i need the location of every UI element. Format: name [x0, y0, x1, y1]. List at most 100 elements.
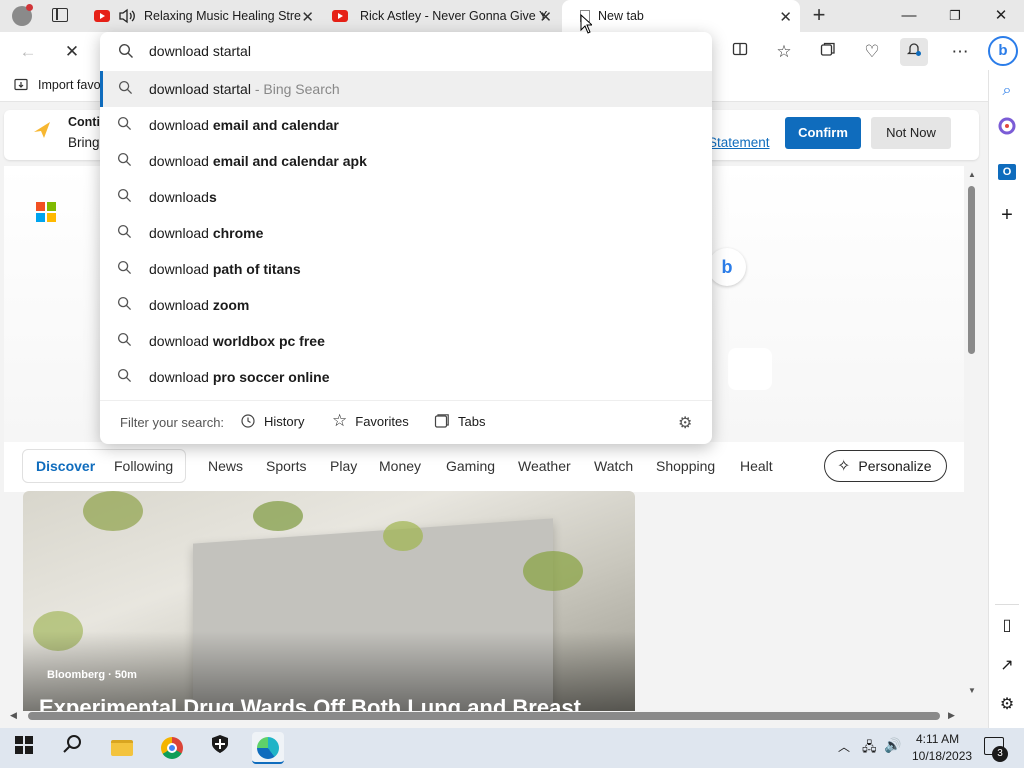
external-link-icon[interactable]: ↗	[991, 650, 1023, 682]
minimize-button[interactable]: —	[886, 0, 932, 32]
history-label: History	[264, 413, 305, 429]
news-card[interactable]: Bloomberg · 50m Experimental Drug Wards …	[23, 491, 635, 711]
stop-loading-icon[interactable]: ✕	[58, 38, 86, 66]
copilot-icon[interactable]: b	[988, 36, 1018, 66]
tab-sports[interactable]: Sports	[266, 458, 306, 474]
collections-icon[interactable]	[814, 38, 842, 66]
taskbar: ︿ 🖧 🔊 4:11 AM 10/18/2023 3	[0, 728, 1024, 768]
microsoft-logo-icon[interactable]	[36, 202, 56, 222]
close-window-button[interactable]: ✕	[978, 0, 1024, 32]
windows-logo-icon	[15, 736, 33, 754]
split-screen-icon[interactable]	[726, 38, 754, 66]
filter-history-button[interactable]: History	[240, 413, 304, 429]
hide-sidebar-icon[interactable]: ▯	[991, 610, 1023, 642]
suggestion-prefix: download	[149, 225, 213, 241]
profile-icon[interactable]	[12, 4, 33, 26]
sidebar: ⌕ O + ▯ ↗ ⚙	[988, 70, 1024, 728]
address-bar-dropdown: download startal download startal - Bing…	[100, 32, 712, 444]
add-sidebar-app-icon[interactable]: +	[991, 199, 1023, 231]
vertical-scroll-thumb[interactable]	[968, 186, 975, 354]
tab-play[interactable]: Play	[330, 458, 357, 474]
suggestion-item[interactable]: download startal - Bing Search	[100, 71, 712, 107]
taskbar-search-icon[interactable]	[56, 732, 88, 764]
file-explorer-icon[interactable]	[106, 732, 138, 764]
tab-discover[interactable]: Discover	[36, 458, 95, 474]
banner-title: Conti	[68, 115, 100, 129]
favorites-icon[interactable]: ☆	[770, 38, 798, 66]
horizontal-scroll-thumb[interactable]	[28, 712, 940, 720]
browser-essentials-icon[interactable]: ♡	[858, 38, 886, 66]
edge-taskbar-icon[interactable]	[252, 732, 284, 764]
personalize-label: Personalize	[858, 458, 932, 474]
suggestion-prefix: download	[149, 117, 213, 133]
filter-tabs-button[interactable]: Tabs	[434, 413, 485, 429]
tab-new-tab[interactable]: New tab ✕	[562, 0, 800, 32]
search-icon	[118, 43, 133, 58]
back-icon[interactable]: ←	[14, 38, 42, 66]
volume-icon[interactable]: 🔊	[884, 737, 901, 754]
confirm-button[interactable]: Confirm	[785, 117, 861, 149]
tab-label: New tab	[598, 9, 644, 23]
personalize-button[interactable]: ✧ Personalize	[824, 450, 947, 482]
new-tab-button[interactable]: +	[808, 4, 830, 28]
personalize-star-icon: ✧	[837, 458, 851, 475]
suggestion-item[interactable]: download path of titans	[100, 251, 712, 287]
search-icon	[117, 332, 132, 347]
tab-watch[interactable]: Watch	[594, 458, 633, 474]
tab-weather[interactable]: Weather	[518, 458, 571, 474]
taskbar-time[interactable]: 4:11 AM	[916, 732, 959, 746]
privacy-statement-link[interactable]: Statement	[708, 135, 770, 150]
tab-actions-icon[interactable]	[52, 8, 68, 22]
taskbar-date[interactable]: 10/18/2023	[912, 749, 972, 763]
restore-button[interactable]: ❐	[932, 0, 978, 32]
favorites-label: Favorites	[355, 413, 409, 429]
filter-favorites-button[interactable]: ☆ Favorites	[332, 412, 409, 429]
card-source: Bloomberg · 50m	[47, 669, 137, 681]
tab-following[interactable]: Following	[114, 458, 173, 474]
speaker-icon[interactable]	[118, 8, 136, 24]
search-icon[interactable]: ⌕	[991, 75, 1023, 107]
horizontal-scrollbar[interactable]: ◀ ▶	[10, 708, 958, 724]
tab-shopping[interactable]: Shopping	[656, 458, 715, 474]
close-tab-icon[interactable]: ✕	[539, 8, 552, 26]
bing-chat-icon[interactable]: b	[708, 248, 746, 286]
not-now-button[interactable]: Not Now	[871, 117, 951, 149]
tab-health[interactable]: Healt	[740, 458, 773, 474]
settings-gear-icon[interactable]: ⚙	[991, 689, 1023, 721]
network-icon[interactable]: 🖧	[862, 738, 877, 760]
suggestion-item[interactable]: download worldbox pc free	[100, 323, 712, 359]
start-button[interactable]	[8, 732, 40, 764]
close-tab-icon[interactable]: ✕	[779, 8, 792, 26]
news-feed-nav: Discover Following News Sports Play Mone…	[4, 442, 964, 492]
tab-label: Relaxing Music Healing Stre	[144, 9, 302, 23]
show-hidden-icons-chevron-icon[interactable]: ︿	[838, 738, 850, 755]
suggestion-item[interactable]: download email and calendar	[100, 107, 712, 143]
tab-news[interactable]: News	[208, 458, 243, 474]
suggestion-item[interactable]: download pro soccer online	[100, 359, 712, 395]
close-tab-icon[interactable]: ✕	[301, 8, 314, 26]
outlook-icon[interactable]: O	[991, 156, 1023, 188]
page-settings-button[interactable]	[728, 348, 772, 390]
office-icon[interactable]	[991, 115, 1023, 147]
suggestion-source: - Bing Search	[250, 81, 340, 97]
vertical-scrollbar[interactable]: ▲ ▼	[964, 166, 980, 696]
address-bar[interactable]: download startal	[100, 32, 712, 70]
notifications-bell-icon[interactable]	[900, 38, 928, 66]
more-options-icon[interactable]: ⋯	[946, 38, 974, 66]
search-settings-gear-icon[interactable]: ⚙	[678, 413, 692, 433]
chrome-icon[interactable]	[156, 732, 188, 764]
security-shield-icon[interactable]	[204, 732, 236, 764]
suggestion-item[interactable]: download email and calendar apk	[100, 143, 712, 179]
suggestion-item[interactable]: downloads	[100, 179, 712, 215]
search-icon	[117, 188, 132, 203]
tab-money[interactable]: Money	[379, 458, 421, 474]
suggestion-item[interactable]: download chrome	[100, 215, 712, 251]
tab-rick-astley[interactable]: Rick Astley - Never Gonna Give Y ✕	[324, 0, 560, 32]
tab-relaxing-music[interactable]: Relaxing Music Healing Stre ✕	[84, 0, 322, 32]
suggestion-item[interactable]: download zoom	[100, 287, 712, 323]
tab-gaming[interactable]: Gaming	[446, 458, 495, 474]
suggestion-completion: zoom	[212, 297, 250, 313]
import-favorites-button[interactable]: Import favo	[14, 78, 101, 92]
address-input[interactable]: download startal	[149, 43, 251, 59]
banner-body: Bring	[68, 135, 100, 150]
